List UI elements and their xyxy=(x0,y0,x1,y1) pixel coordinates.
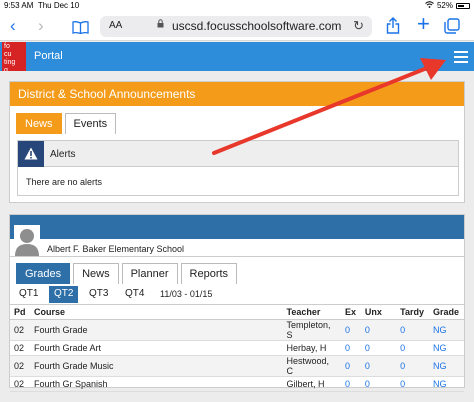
cell-course: Fourth Grade Music xyxy=(29,355,283,377)
col-course: Course xyxy=(29,304,283,320)
alerts-message: There are no alerts xyxy=(26,177,103,187)
bookmarks-icon[interactable] xyxy=(72,19,89,39)
cell-unx[interactable]: 0 xyxy=(360,376,397,392)
alerts-box: Alerts There are no alerts xyxy=(17,140,459,196)
col-grade: Grade xyxy=(429,304,464,320)
quarter-dates: 11/03 - 01/15 xyxy=(160,289,213,299)
cell-grade[interactable]: NG xyxy=(429,376,464,392)
announcement-tabs: News Events xyxy=(16,113,119,134)
cell-ex[interactable]: 0 xyxy=(340,376,361,392)
grades-table: Pd Course Teacher Ex Unx Tardy Grade 02 … xyxy=(10,304,464,392)
cell-tardy[interactable]: 0 xyxy=(396,376,430,392)
reload-icon[interactable]: ↻ xyxy=(353,18,364,34)
cell-ex[interactable]: 0 xyxy=(340,355,361,377)
tab-reports[interactable]: Reports xyxy=(180,263,238,284)
announcements-panel: District & School Announcements News Eve… xyxy=(9,81,465,203)
address-bar[interactable]: AA uscsd.focusschoolsoftware.com ↻ xyxy=(100,16,372,37)
student-header-bar xyxy=(10,215,464,239)
table-header-row: Pd Course Teacher Ex Unx Tardy Grade xyxy=(10,304,464,320)
table-row[interactable]: 02 Fourth Grade Templeton, S 0 0 0 NG xyxy=(10,319,464,341)
tab-qt3[interactable]: QT3 xyxy=(84,286,113,303)
warning-icon xyxy=(18,141,44,167)
forward-icon[interactable]: › xyxy=(38,16,44,36)
announcements-title: District & School Announcements xyxy=(10,82,464,106)
cell-teacher: Templeton, S xyxy=(282,319,341,341)
table-row[interactable]: 02 Fourth Gr Spanish Gilbert, H 0 0 0 NG xyxy=(10,376,464,392)
tab-qt4[interactable]: QT4 xyxy=(120,286,149,303)
avatar xyxy=(14,225,40,256)
lock-icon xyxy=(157,19,164,31)
col-teacher: Teacher xyxy=(282,304,341,320)
student-panel: Albert F. Baker Elementary School Grades… xyxy=(9,214,465,392)
cell-ex[interactable]: 0 xyxy=(340,340,361,356)
status-time: 9:53 AM Thu Dec 10 xyxy=(4,1,80,10)
cell-unx[interactable]: 0 xyxy=(360,319,397,341)
new-tab-icon[interactable]: + xyxy=(417,13,430,35)
cell-teacher: Gilbert, H xyxy=(282,376,341,392)
cell-course: Fourth Gr Spanish xyxy=(29,376,283,392)
portal-header: fo cu ting g Portal xyxy=(0,42,474,71)
divider xyxy=(10,256,464,257)
hamburger-menu-icon[interactable] xyxy=(454,48,468,64)
battery-percent: 52% xyxy=(436,1,453,10)
reader-aa[interactable]: AA xyxy=(109,20,122,31)
col-tardy: Tardy xyxy=(396,304,430,320)
tab-grades[interactable]: Grades xyxy=(16,263,71,284)
cell-course: Fourth Grade Art xyxy=(29,340,283,356)
cell-grade[interactable]: NG xyxy=(429,319,464,341)
cell-tardy[interactable]: 0 xyxy=(396,319,430,341)
url-text: uscsd.focusschoolsoftware.com xyxy=(172,19,342,33)
table-row[interactable]: 02 Fourth Grade Music Hestwood, C 0 0 0 … xyxy=(10,355,464,377)
cell-tardy[interactable]: 0 xyxy=(396,340,430,356)
col-ex: Ex xyxy=(340,304,361,320)
tab-student-news[interactable]: News xyxy=(73,263,119,284)
cell-teacher: Hestwood, C xyxy=(282,355,341,377)
col-unx: Unx xyxy=(360,304,397,320)
cell-tardy[interactable]: 0 xyxy=(396,355,430,377)
focus-logo[interactable]: fo cu ting g xyxy=(2,42,26,71)
portal-title[interactable]: Portal xyxy=(34,50,63,62)
school-name: Albert F. Baker Elementary School xyxy=(47,244,185,254)
cell-unx[interactable]: 0 xyxy=(360,340,397,356)
tab-events[interactable]: Events xyxy=(64,113,117,134)
alerts-header: Alerts xyxy=(18,141,458,167)
cell-grade[interactable]: NG xyxy=(429,355,464,377)
battery-icon xyxy=(456,2,470,9)
cell-unx[interactable]: 0 xyxy=(360,355,397,377)
back-icon[interactable]: ‹ xyxy=(10,16,16,36)
alerts-title: Alerts xyxy=(50,149,76,160)
share-icon[interactable] xyxy=(386,17,400,39)
tab-qt1[interactable]: QT1 xyxy=(14,286,43,303)
status-right: 52% xyxy=(425,1,470,10)
cell-ex[interactable]: 0 xyxy=(340,319,361,341)
wifi-icon xyxy=(425,1,434,10)
status-bar: 9:53 AM Thu Dec 10 52% xyxy=(0,0,474,11)
col-pd: Pd xyxy=(10,304,30,320)
cell-teacher: Herbay, H xyxy=(282,340,341,356)
cell-grade[interactable]: NG xyxy=(429,340,464,356)
student-tabs: Grades News Planner Reports xyxy=(16,263,240,284)
cell-course: Fourth Grade xyxy=(29,319,283,341)
tab-news[interactable]: News xyxy=(16,113,62,134)
tab-qt2[interactable]: QT2 xyxy=(49,286,79,303)
cell-pd: 02 xyxy=(10,319,30,341)
cell-pd: 02 xyxy=(10,376,30,392)
tab-planner[interactable]: Planner xyxy=(121,263,178,284)
cell-pd: 02 xyxy=(10,340,30,356)
tabs-icon[interactable] xyxy=(444,18,460,39)
cell-pd: 02 xyxy=(10,355,30,377)
table-row[interactable]: 02 Fourth Grade Art Herbay, H 0 0 0 NG xyxy=(10,340,464,356)
browser-toolbar: ‹ › AA uscsd.focusschoolsoftware.com ↻ + xyxy=(0,11,474,41)
